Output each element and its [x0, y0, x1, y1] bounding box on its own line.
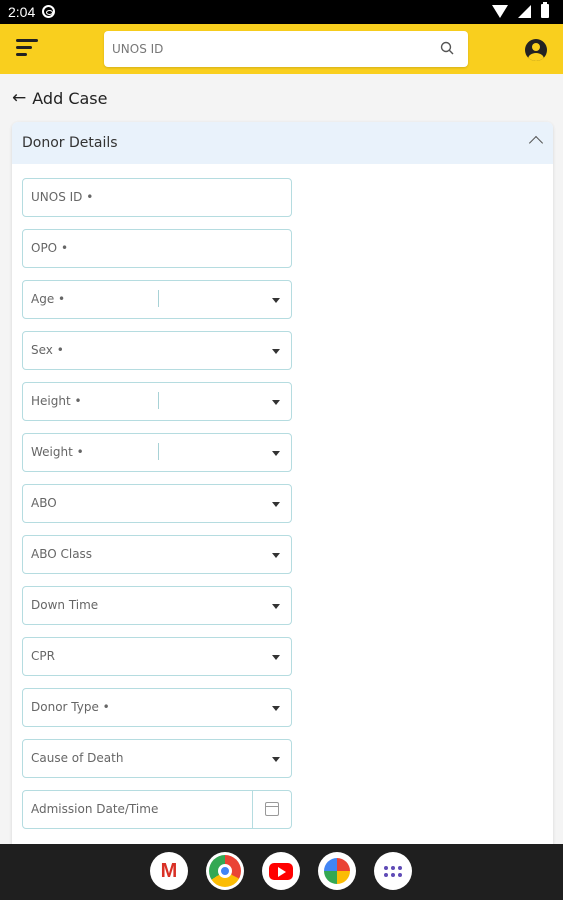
search-icon[interactable] — [440, 41, 454, 55]
search-box[interactable] — [104, 31, 468, 67]
dropdown-caret-icon[interactable] — [272, 553, 280, 558]
chevron-up-icon[interactable] — [528, 135, 544, 151]
wifi-icon — [492, 4, 508, 18]
dropdown-caret-icon[interactable] — [272, 706, 280, 711]
section-header[interactable]: Donor Details — [12, 122, 553, 164]
dropdown-caret-icon[interactable] — [272, 298, 280, 303]
donor-type-field[interactable]: Donor Type • — [22, 688, 292, 727]
menu-icon[interactable] — [16, 39, 38, 57]
dropdown-caret-icon[interactable] — [272, 604, 280, 609]
cpr-field[interactable]: CPR — [22, 637, 292, 676]
unit-divider — [158, 290, 159, 307]
status-icons — [492, 2, 549, 18]
dropdown-caret-icon[interactable] — [272, 655, 280, 660]
status-bar: 2:04 — [0, 0, 563, 24]
age-field[interactable]: Age • — [22, 280, 292, 319]
field-label: Donor Type • — [31, 700, 110, 714]
unos-id-field[interactable]: UNOS ID • — [22, 178, 292, 217]
section-title: Donor Details — [22, 135, 118, 151]
dropdown-caret-icon[interactable] — [272, 400, 280, 405]
account-icon[interactable] — [525, 39, 547, 61]
youtube-icon[interactable] — [262, 852, 300, 890]
battery-icon — [541, 2, 549, 18]
dropdown-caret-icon[interactable] — [272, 502, 280, 507]
cause-of-death-field[interactable]: Cause of Death — [22, 739, 292, 778]
donor-details-card: Donor Details UNOS ID • OPO • Age • Sex • He… — [12, 122, 553, 852]
donor-fields: UNOS ID • OPO • Age • Sex • Height • Weight •… — [22, 178, 292, 841]
photos-icon[interactable] — [318, 852, 356, 890]
field-label: ABO Class — [31, 547, 93, 561]
gmail-icon[interactable]: M — [150, 852, 188, 890]
admission-date-time-field[interactable]: Admission Date/Time — [22, 790, 292, 829]
field-label: CPR — [31, 649, 55, 663]
field-label: ABO — [31, 496, 57, 510]
back-arrow-icon[interactable]: ← — [12, 88, 26, 108]
abo-field[interactable]: ABO — [22, 484, 292, 523]
nav-bar: M — [0, 844, 563, 900]
page: ← Add Case Donor Details UNOS ID • OPO • A… — [0, 74, 563, 852]
height-field[interactable]: Height • — [22, 382, 292, 421]
field-label: Down Time — [31, 598, 99, 612]
search-input[interactable] — [112, 38, 432, 60]
calendar-divider — [252, 791, 253, 828]
unit-divider — [158, 392, 159, 409]
status-time: 2:04 — [8, 4, 36, 20]
field-label: UNOS ID • — [31, 190, 94, 204]
field-label: Height • — [31, 394, 82, 408]
chrome-icon[interactable] — [206, 852, 244, 890]
app-header — [0, 24, 563, 74]
field-label: Age • — [31, 292, 66, 306]
signal-icon — [518, 4, 531, 18]
app-drawer-icon[interactable] — [374, 852, 412, 890]
field-label: Admission Date/Time — [31, 802, 159, 816]
field-label: Weight • — [31, 445, 84, 459]
sex-field[interactable]: Sex • — [22, 331, 292, 370]
app-dock: M — [150, 852, 412, 890]
back-button[interactable]: ← Add Case — [12, 88, 107, 108]
dropdown-caret-icon[interactable] — [272, 757, 280, 762]
opo-field[interactable]: OPO • — [22, 229, 292, 268]
field-label: Sex • — [31, 343, 64, 357]
down-time-field[interactable]: Down Time — [22, 586, 292, 625]
dropdown-caret-icon[interactable] — [272, 349, 280, 354]
notification-icon — [42, 5, 55, 18]
dropdown-caret-icon[interactable] — [272, 451, 280, 456]
page-title: Add Case — [32, 88, 108, 108]
abo-class-field[interactable]: ABO Class — [22, 535, 292, 574]
weight-field[interactable]: Weight • — [22, 433, 292, 472]
unit-divider — [158, 443, 159, 460]
calendar-icon[interactable] — [265, 802, 279, 816]
field-label: Cause of Death — [31, 751, 124, 765]
field-label: OPO • — [31, 241, 69, 255]
